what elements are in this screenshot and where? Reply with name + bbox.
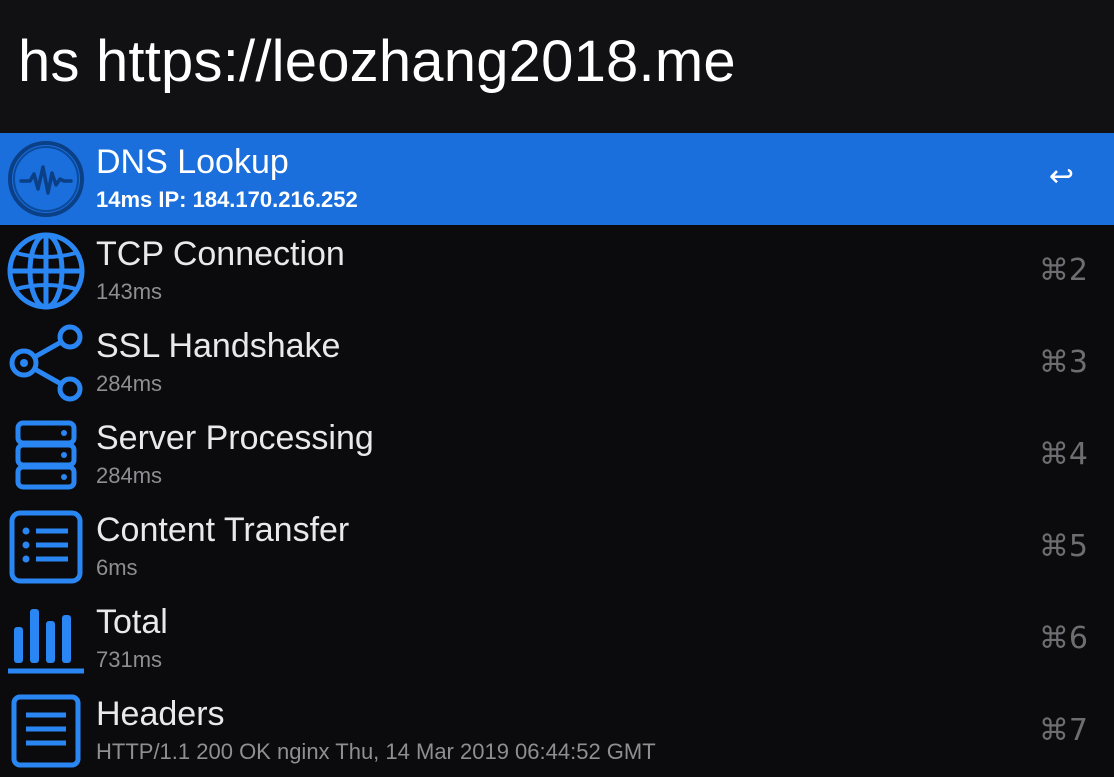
result-subtitle: 143ms [96, 279, 163, 304]
result-tcp-connection[interactable]: TCP Connection 143ms ⌘2 [0, 225, 1114, 317]
shortcut-label: ⌘3 [1038, 345, 1088, 380]
shortcut-label: ⌘2 [1038, 253, 1088, 288]
result-title: Headers [96, 695, 225, 733]
result-subtitle: 284ms [96, 463, 163, 488]
shortcut-label: ⌘6 [1038, 621, 1088, 656]
result-subtitle: 284ms [96, 371, 163, 396]
list-icon [6, 507, 86, 587]
result-ssl-handshake[interactable]: SSL Handshake 284ms ⌘3 [0, 317, 1114, 409]
server-icon [6, 415, 86, 495]
return-key-shortcut: ↩ [1048, 159, 1074, 194]
result-content-transfer[interactable]: Content Transfer 6ms ⌘5 [0, 501, 1114, 593]
result-total[interactable]: Total 731ms ⌘6 [0, 593, 1114, 685]
result-subtitle: 6ms [96, 555, 138, 580]
document-icon [6, 691, 86, 771]
result-dns-lookup[interactable]: DNS Lookup 14ms IP: 184.170.216.252 ↩ [0, 133, 1114, 225]
share-icon [6, 323, 86, 403]
result-subtitle: 14ms IP: 184.170.216.252 [96, 187, 358, 212]
search-bar [0, 0, 1114, 133]
result-title: SSL Handshake [96, 327, 341, 365]
shortcut-label: ⌘5 [1038, 529, 1088, 564]
bar-chart-icon [6, 599, 86, 679]
shortcut-label: ⌘4 [1038, 437, 1088, 472]
shortcut-label: ⌘7 [1038, 713, 1088, 748]
result-title: Content Transfer [96, 511, 350, 549]
result-title: Server Processing [96, 419, 374, 457]
waveform-icon [6, 139, 86, 219]
result-title: Total [96, 603, 168, 641]
search-input[interactable] [18, 28, 1098, 95]
launcher-window: DNS Lookup 14ms IP: 184.170.216.252 ↩ TC… [0, 0, 1114, 777]
result-title: DNS Lookup [96, 143, 289, 181]
result-headers[interactable]: Headers HTTP/1.1 200 OK nginx Thu, 14 Ma… [0, 685, 1114, 777]
result-subtitle: HTTP/1.1 200 OK nginx Thu, 14 Mar 2019 0… [96, 739, 656, 764]
result-subtitle: 731ms [96, 647, 163, 672]
result-server-processing[interactable]: Server Processing 284ms ⌘4 [0, 409, 1114, 501]
results-list: DNS Lookup 14ms IP: 184.170.216.252 ↩ TC… [0, 133, 1114, 777]
result-title: TCP Connection [96, 235, 345, 273]
globe-icon [6, 231, 86, 311]
